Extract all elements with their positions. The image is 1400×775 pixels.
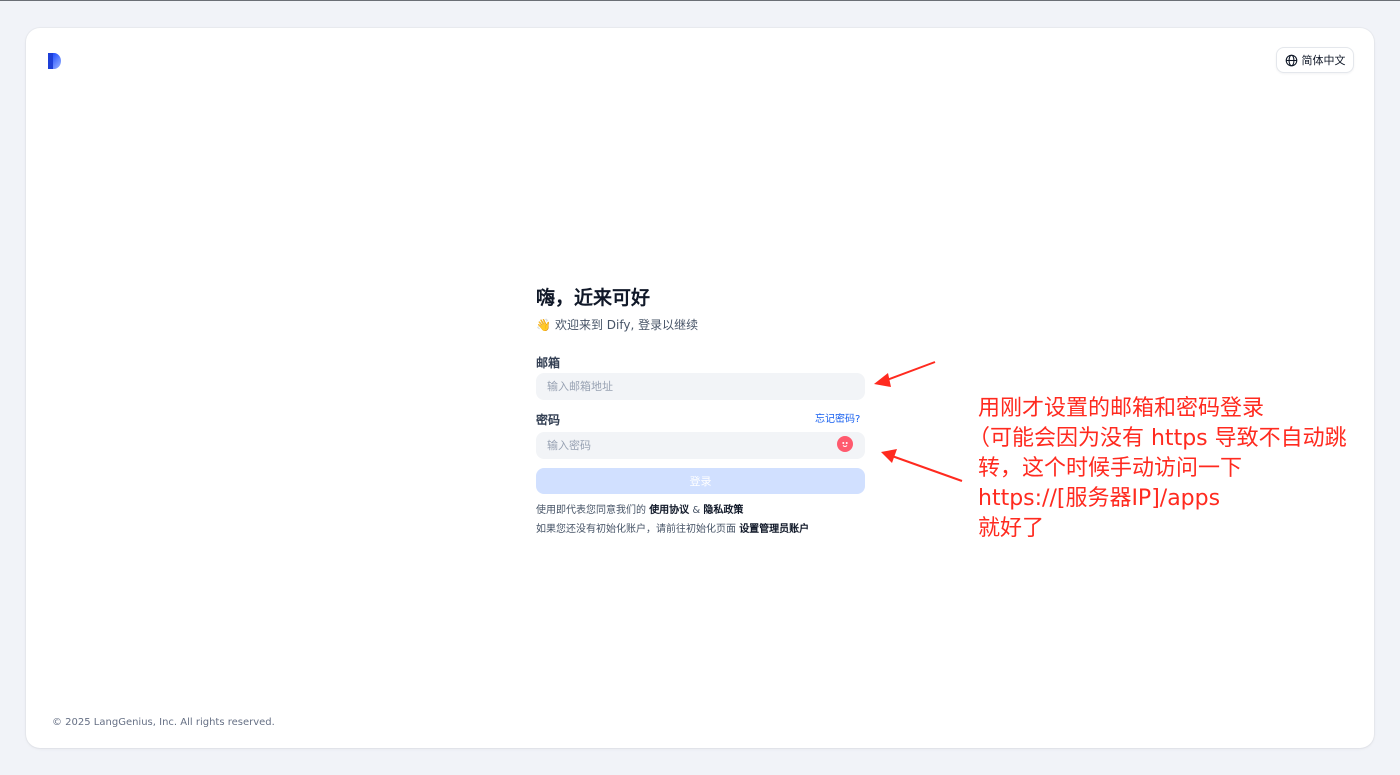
password-label: 密码 <box>536 413 561 427</box>
eye-shape <box>842 442 848 447</box>
agreement-prefix: 使用即代表您同意我们的 <box>536 505 646 516</box>
annotation-line: https://[服务器IP]/apps <box>978 486 1221 511</box>
forgot-password-link[interactable]: 忘记密码? <box>815 410 860 425</box>
terms-link[interactable]: 使用协议 <box>649 505 689 516</box>
email-label: 邮箱 <box>536 356 561 370</box>
page-subtitle: 👋 欢迎来到 Dify, 登录以继续 <box>536 316 698 333</box>
setup-text: 如果您还没有初始化账户，请前往初始化页面 设置管理员账户 <box>536 520 809 535</box>
email-input[interactable] <box>536 373 865 400</box>
setup-admin-link[interactable]: 设置管理员账户 <box>739 524 809 535</box>
login-button[interactable]: 登录 <box>536 468 865 494</box>
setup-prefix: 如果您还没有初始化账户，请前往初始化页面 <box>536 524 736 535</box>
footer-copyright: © 2025 LangGenius, Inc. All rights reser… <box>52 717 275 728</box>
language-selector-button[interactable]: 简体中文 <box>1276 47 1354 73</box>
language-label: 简体中文 <box>1301 54 1346 67</box>
eye-toggle-icon[interactable] <box>837 436 853 452</box>
window-top-border <box>0 0 1400 1</box>
dify-logo-icon[interactable] <box>47 52 63 70</box>
agreement-text: 使用即代表您同意我们的 使用协议 & 隐私政策 <box>536 501 743 516</box>
page-title: 嗨，近来可好 <box>536 287 651 309</box>
annotation-line: 用刚才设置的邮箱和密码登录 <box>978 396 1265 421</box>
login-page-card: 简体中文 嗨，近来可好 👋 欢迎来到 Dify, 登录以继续 邮箱 密码 忘记密… <box>26 28 1374 748</box>
annotation-line: （可能会因为没有 https 导致不自动跳 <box>968 426 1347 451</box>
red-annotation-note: 用刚才设置的邮箱和密码登录 （可能会因为没有 https 导致不自动跳 转，这个… <box>968 394 1388 544</box>
globe-icon <box>1285 54 1297 66</box>
annotation-line: 就好了 <box>978 516 1045 541</box>
privacy-link[interactable]: 隐私政策 <box>703 505 743 516</box>
password-input[interactable] <box>536 432 865 459</box>
agreement-and: & <box>692 505 701 516</box>
annotation-line: 转，这个时候手动访问一下 <box>978 456 1243 481</box>
subtitle-text: 欢迎来到 Dify, 登录以继续 <box>554 318 699 332</box>
wave-emoji-icon: 👋 <box>536 317 551 332</box>
